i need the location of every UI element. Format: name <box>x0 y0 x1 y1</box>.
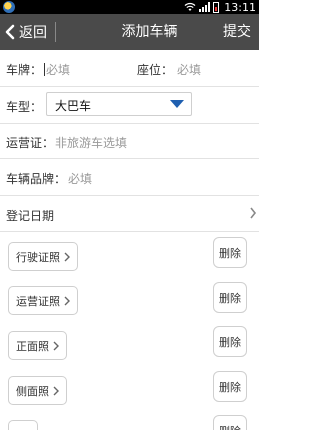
photo-button-extra[interactable] <box>8 420 38 430</box>
brand-row: 车辆品牌： 必填 <box>0 159 259 196</box>
signal-icon <box>199 2 211 12</box>
plate-seats-row: 车牌： 必填 座位： 必填 <box>0 50 259 87</box>
photo-button-operation-license[interactable]: 运营证照 <box>8 286 78 315</box>
chevron-right-icon <box>64 296 70 305</box>
plate-input[interactable]: 必填 <box>44 61 70 78</box>
status-indicators: 13:11 <box>184 0 256 14</box>
delete-button[interactable]: 删除 <box>213 237 247 268</box>
car-type-row: 车型： 大巴车 <box>0 87 259 124</box>
car-type-label: 车型： <box>6 100 43 114</box>
car-type-select[interactable]: 大巴车 <box>46 92 192 116</box>
clock: 13:11 <box>224 0 256 14</box>
delete-button[interactable]: 删除 <box>213 326 247 357</box>
photo-label: 正面照 <box>16 339 49 353</box>
photo-label: 运营证照 <box>16 294 60 308</box>
plate-label: 车牌： <box>6 63 43 77</box>
license-input[interactable]: 非旅游车选填 <box>55 134 127 151</box>
reg-date-label: 登记日期 <box>6 209 55 223</box>
wifi-icon <box>184 2 196 11</box>
submit-button[interactable]: 提交 <box>223 14 251 50</box>
photo-button-side[interactable]: 侧面照 <box>8 376 67 405</box>
delete-button[interactable]: 删除 <box>213 415 247 430</box>
text-cursor <box>44 63 45 76</box>
photo-button-front[interactable]: 正面照 <box>8 331 67 360</box>
delete-button[interactable]: 删除 <box>213 371 247 402</box>
brand-input[interactable]: 必填 <box>68 170 92 187</box>
back-button[interactable]: 返回 <box>4 14 47 50</box>
chevron-left-icon <box>5 24 15 40</box>
plate-placeholder: 必填 <box>46 63 71 77</box>
photo-label: 侧面照 <box>16 384 49 398</box>
title-bar: 返回 添加车辆 提交 <box>0 14 259 50</box>
chevron-right-icon <box>250 207 257 219</box>
reg-date-row[interactable]: 登记日期 <box>0 196 259 232</box>
photo-label: 行驶证照 <box>16 250 60 264</box>
dropdown-arrow-icon <box>170 100 184 108</box>
seats-label: 座位： <box>137 63 174 77</box>
battery-icon <box>213 1 220 13</box>
delete-button[interactable]: 删除 <box>213 282 247 313</box>
chevron-right-icon <box>53 386 59 395</box>
car-type-value: 大巴车 <box>55 99 92 113</box>
back-label: 返回 <box>19 25 47 41</box>
chevron-right-icon <box>64 252 70 261</box>
seats-input[interactable]: 必填 <box>177 61 201 78</box>
chevron-right-icon <box>53 341 59 350</box>
page-title: 添加车辆 <box>121 24 178 40</box>
license-label: 运营证： <box>6 136 55 150</box>
title-divider <box>55 22 56 42</box>
license-row: 运营证： 非旅游车选填 <box>0 124 259 159</box>
app-notification-icon <box>3 1 15 13</box>
brand-label: 车辆品牌： <box>6 172 67 186</box>
photo-button-driving-license[interactable]: 行驶证照 <box>8 242 78 271</box>
status-bar: 13:11 <box>0 0 259 14</box>
